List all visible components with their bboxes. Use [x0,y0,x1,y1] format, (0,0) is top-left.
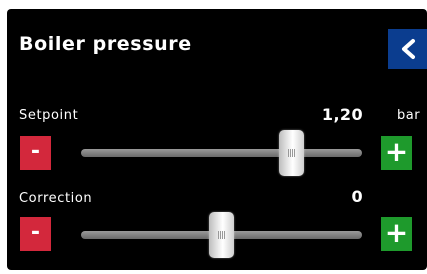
back-button[interactable] [388,29,427,69]
screen: Boiler pressure Setpoint 1,20 bar - + Co… [0,0,427,274]
plus-icon: + [384,216,409,249]
correction-label: Correction [19,191,93,206]
correction-value: 0 [351,187,363,206]
correction-decrease-button[interactable]: - [20,217,51,251]
setpoint-value: 1,20 [321,105,363,124]
setpoint-increase-button[interactable]: + [381,136,412,170]
panel: Boiler pressure Setpoint 1,20 bar - + Co… [7,9,427,270]
setpoint-slider-thumb[interactable] [279,130,305,176]
setpoint-unit: bar [397,108,421,123]
chevron-left-icon [401,39,415,59]
correction-increase-button[interactable]: + [381,217,412,251]
setpoint-label: Setpoint [19,108,79,123]
grip-icon [218,231,225,239]
minus-icon: - [30,139,41,164]
plus-icon: + [384,135,409,168]
grip-icon [288,149,296,157]
page-title: Boiler pressure [19,33,192,55]
minus-icon: - [30,220,41,245]
setpoint-slider-track[interactable] [81,149,362,157]
setpoint-decrease-button[interactable]: - [20,136,51,170]
correction-slider-thumb[interactable] [209,212,234,258]
